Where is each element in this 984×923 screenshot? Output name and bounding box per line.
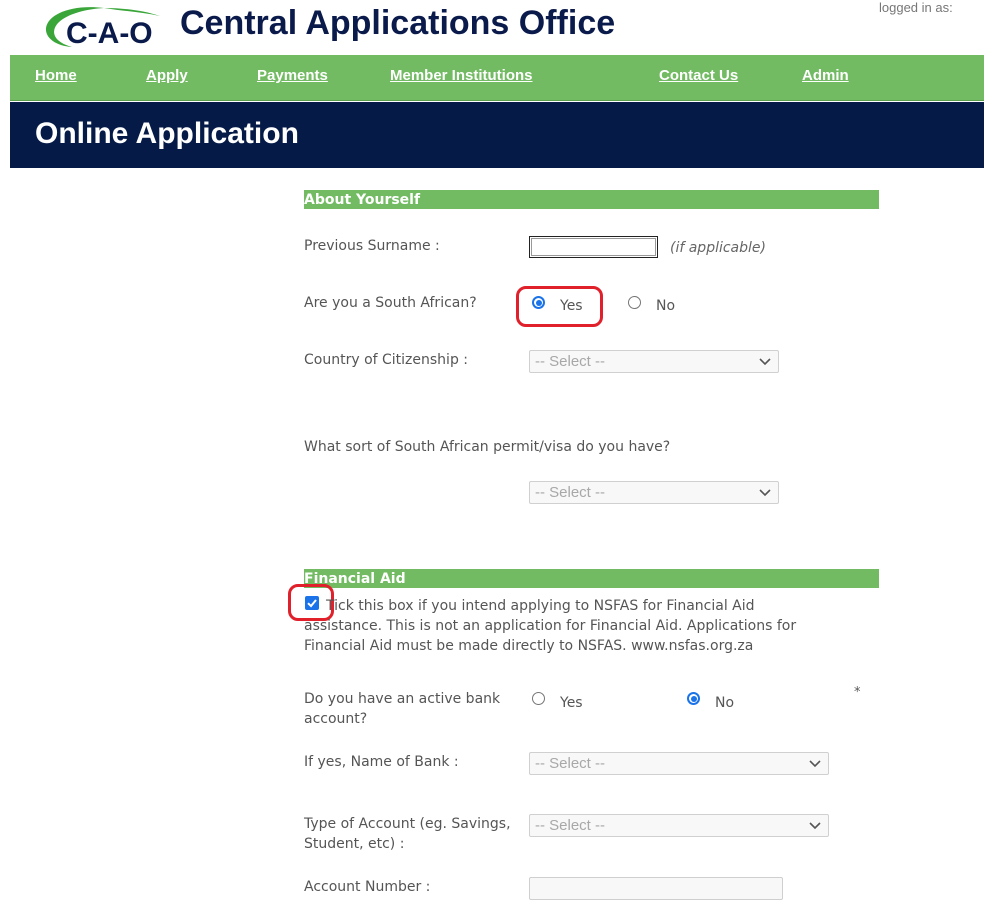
logo-text: C-A-O [66,17,153,50]
nsfas-text: Tick this box if you intend applying to … [304,598,797,654]
bank-account-no-radio[interactable] [687,692,700,705]
page-title-band: Online Application [10,102,984,168]
bank-account-yes-radio[interactable] [532,692,545,705]
chevron-down-icon [809,760,821,768]
bank-name-label: If yes, Name of Bank : [304,754,459,770]
nav-admin[interactable]: Admin [802,67,849,84]
account-type-label: Type of Account (eg. Savings, Student, e… [304,816,511,852]
bank-name-select[interactable]: -- Select -- [529,752,829,775]
chevron-down-icon [759,358,771,366]
previous-surname-hint: (if applicable) [670,240,766,256]
chevron-down-icon [759,489,771,497]
required-marker: * [854,685,861,700]
site-title: Central Applications Office [180,4,616,42]
bank-name-select-value: -- Select -- [535,755,606,772]
bank-account-yes-label: Yes [560,695,583,711]
permit-select-value: -- Select -- [535,484,606,501]
cao-logo: C-A-O [42,2,170,50]
nav-member-institutions[interactable]: Member Institutions [390,67,533,84]
bank-account-label: Do you have an active bank account? [304,691,501,727]
permit-label: What sort of South African permit/visa d… [304,439,671,455]
previous-surname-input[interactable] [529,236,658,258]
highlight-south-african-yes [516,286,603,327]
account-type-select-value: -- Select -- [535,817,606,834]
bank-account-no-label: No [715,695,735,711]
account-type-select[interactable]: -- Select -- [529,814,829,837]
account-number-label: Account Number : [304,879,431,895]
main-navbar: Home Apply Payments Member Institutions … [10,55,984,101]
logged-in-status: logged in as: [879,0,953,15]
account-number-input[interactable] [529,877,783,900]
nav-contact-us[interactable]: Contact Us [659,67,738,84]
citizenship-label: Country of Citizenship : [304,352,469,368]
south-african-no-radio[interactable] [628,296,641,309]
chevron-down-icon [809,822,821,830]
page-title: Online Application [35,117,299,150]
permit-select[interactable]: -- Select -- [529,481,779,504]
citizenship-select-value: -- Select -- [535,353,606,370]
south-african-label: Are you a South African? [304,295,477,311]
previous-surname-label: Previous Surname : [304,238,440,254]
nav-apply[interactable]: Apply [146,67,188,84]
section-header-about-yourself: About Yourself [304,190,879,209]
south-african-no-label: No [656,298,676,314]
nav-payments[interactable]: Payments [257,67,328,84]
section-header-financial-aid: Financial Aid [304,569,879,588]
citizenship-select[interactable]: -- Select -- [529,350,779,373]
nav-home[interactable]: Home [35,67,77,84]
